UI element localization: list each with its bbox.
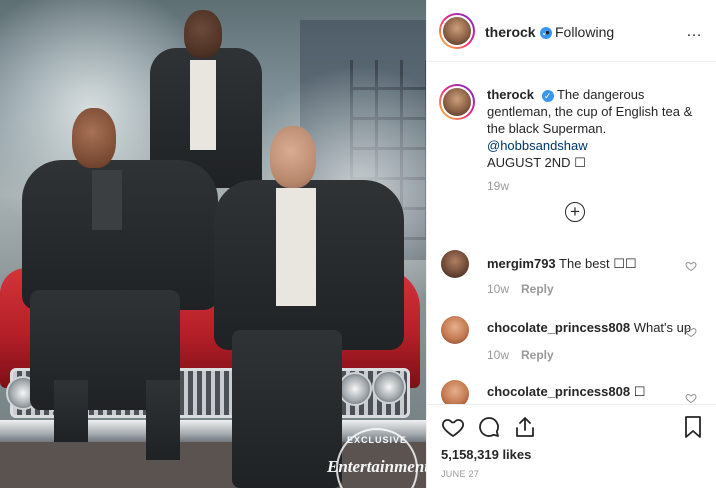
header-username[interactable]: therock ✓: [485, 24, 552, 40]
comment-avatar[interactable]: [441, 380, 469, 404]
badge-brand-text: Entertainment: [326, 457, 426, 476]
caption-username[interactable]: therock: [487, 87, 534, 102]
plus-circle-icon[interactable]: +: [565, 202, 585, 222]
likes-count[interactable]: 5,158,319 likes: [441, 447, 531, 462]
comment-time: 10w: [487, 348, 510, 362]
comment-username[interactable]: chocolate_princess808: [487, 384, 630, 399]
avatar[interactable]: [439, 13, 475, 49]
comment-item: chocolate_princess808 What's up 10w Reply: [441, 316, 711, 366]
header-username-text[interactable]: therock: [485, 24, 536, 40]
comment-avatar[interactable]: [441, 316, 469, 344]
entertainment-weekly-badge: EXCLUSIVE Entertainment: [327, 428, 426, 488]
comment-avatar[interactable]: [441, 250, 469, 278]
heart-icon[interactable]: [441, 415, 465, 439]
action-bar: 5,158,319 likes JUNE 27: [427, 404, 716, 488]
more-icon[interactable]: …: [686, 24, 703, 40]
comment-text: The best ☐☐: [559, 256, 637, 271]
heart-icon[interactable]: [685, 260, 697, 272]
car-headlight: [338, 372, 372, 406]
car-headlight: [372, 370, 406, 404]
badge-exclusive-text: EXCLUSIVE: [346, 435, 407, 445]
comment-meta: 10w Reply: [487, 348, 554, 362]
post-caption: therock ✓ The dangerous gentleman, the c…: [487, 86, 705, 171]
caption-date-line: AUGUST 2ND ☐: [487, 155, 586, 170]
comment-item: mergim793 The best ☐☐ 10w Reply: [441, 250, 711, 300]
header-separator: •: [545, 24, 550, 40]
comment-text-line: mergim793 The best ☐☐: [487, 256, 637, 272]
post-side-panel: therock ✓ • Following … therock ✓ The dan…: [426, 0, 716, 488]
comment-item: chocolate_princess808 ☐: [441, 380, 711, 404]
following-button[interactable]: Following: [555, 24, 614, 40]
post-header: therock ✓ • Following …: [427, 0, 716, 62]
comment-text: ☐: [633, 384, 646, 399]
comment-username[interactable]: mergim793: [487, 256, 556, 271]
caption-timestamp[interactable]: 19w: [487, 179, 509, 193]
reply-button[interactable]: Reply: [521, 348, 554, 362]
share-icon[interactable]: [513, 415, 537, 439]
post-date[interactable]: JUNE 27: [441, 469, 479, 479]
comment-meta: 10w Reply: [487, 282, 554, 296]
comment-time: 10w: [487, 282, 510, 296]
comment-text: What's up: [633, 320, 692, 335]
verified-icon: ✓: [541, 89, 554, 102]
bookmark-icon[interactable]: [681, 415, 705, 439]
comment-text-line: chocolate_princess808 What's up: [487, 320, 691, 335]
comment-username[interactable]: chocolate_princess808: [487, 320, 630, 335]
caption-mention-link[interactable]: @hobbsandshaw: [487, 137, 705, 154]
comment-text-line: chocolate_princess808 ☐: [487, 384, 645, 400]
heart-icon[interactable]: [685, 392, 697, 404]
reply-button[interactable]: Reply: [521, 282, 554, 296]
heart-icon[interactable]: [685, 326, 697, 338]
comment-icon[interactable]: [477, 415, 501, 439]
caption-avatar[interactable]: [439, 84, 475, 120]
post-photo[interactable]: EXCLUSIVE Entertainment: [0, 0, 426, 488]
